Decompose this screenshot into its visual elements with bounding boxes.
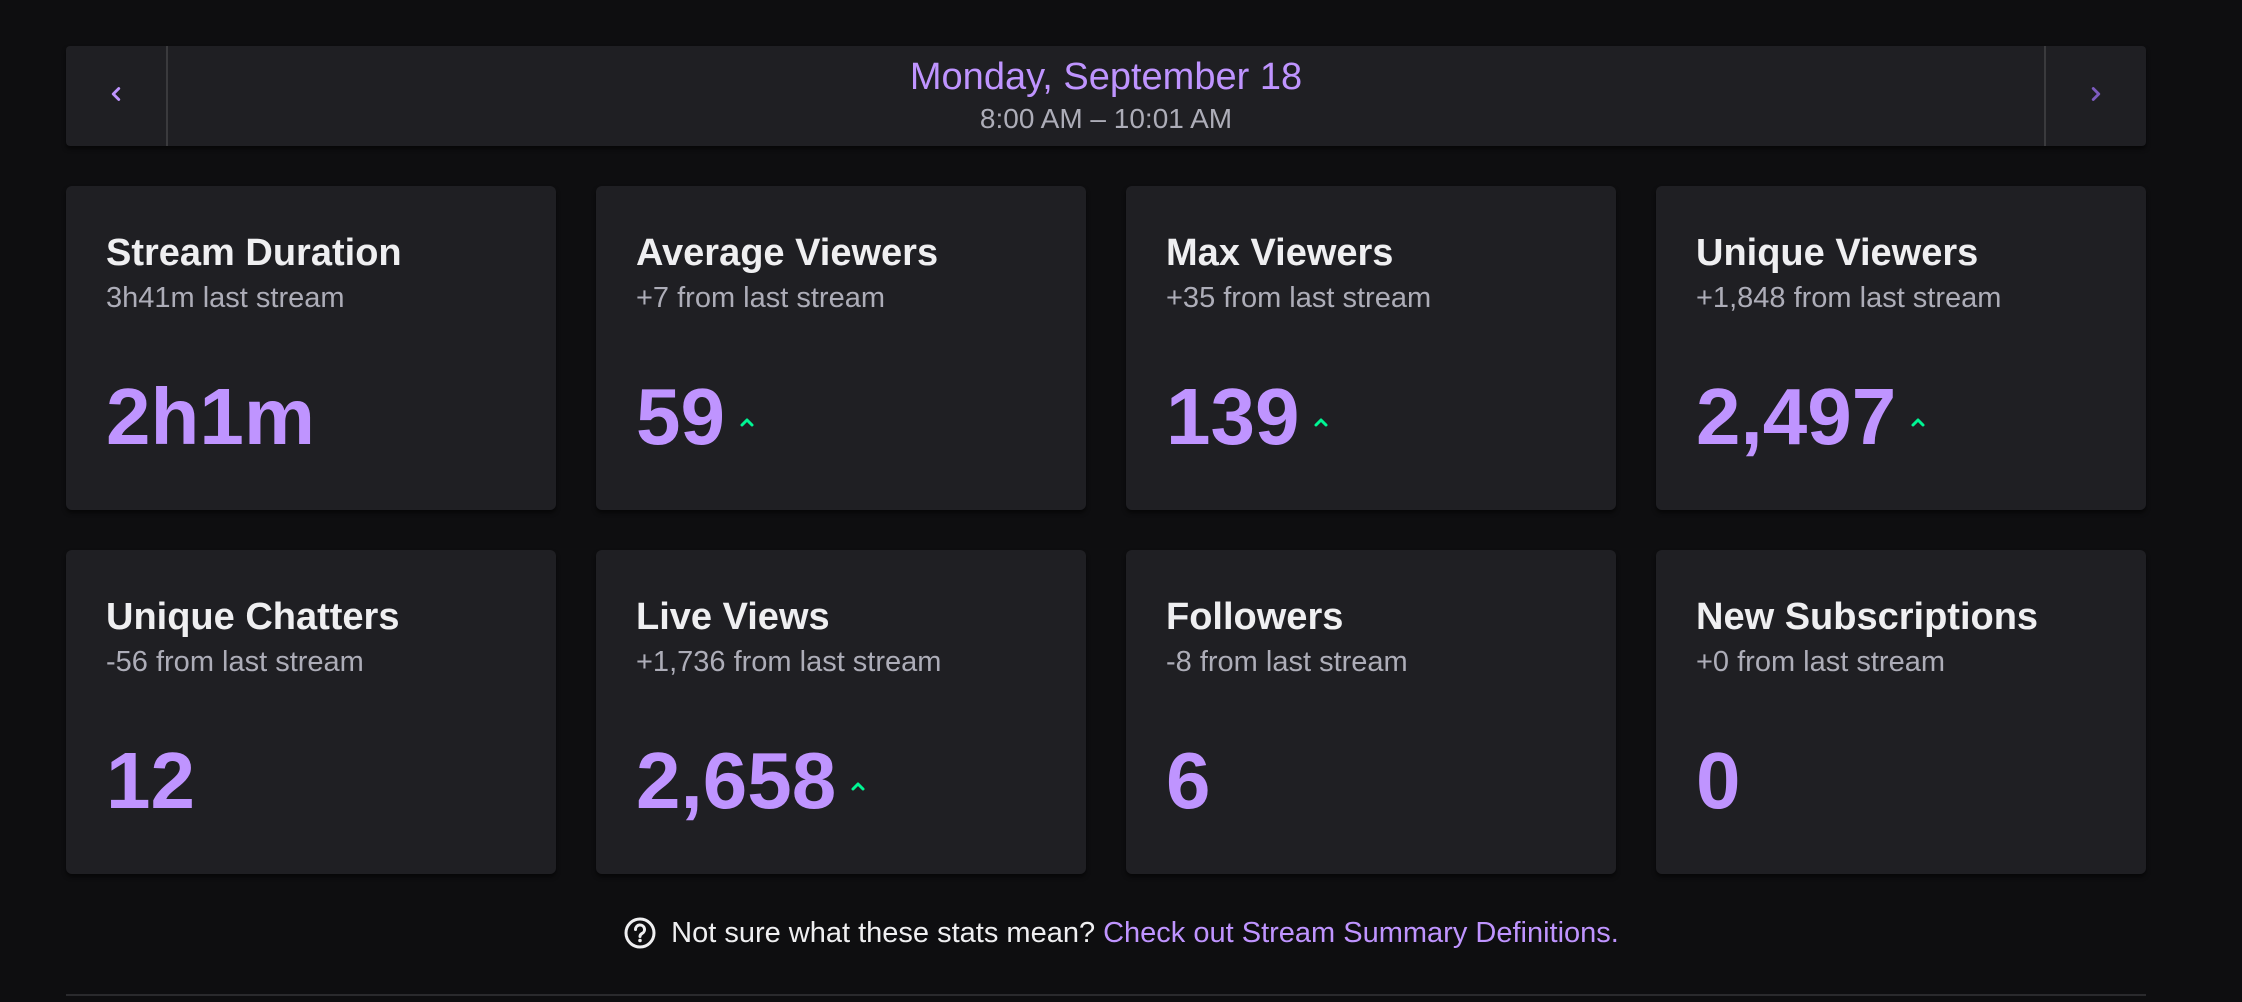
stat-comparison: +7 from last stream: [636, 282, 885, 314]
stat-card-stream-duration: Stream Duration 3h41m last stream 2h1m: [66, 186, 556, 510]
previous-stream-button[interactable]: [66, 46, 168, 146]
stat-value: 59: [636, 372, 725, 461]
stats-grid: Stream Duration 3h41m last stream 2h1m A…: [66, 186, 2146, 874]
stream-time-range: 8:00 AM – 10:01 AM: [979, 103, 1233, 134]
trend-up-icon: [1311, 412, 1331, 432]
date-display: Monday, September 18 8:00 AM – 10:01 AM: [168, 46, 2044, 146]
stat-value: 0: [1696, 736, 1741, 825]
stat-card-average-viewers: Average Viewers +7 from last stream 59: [596, 186, 1086, 510]
stat-title: Stream Duration: [106, 232, 402, 274]
stat-value: 6: [1166, 736, 1211, 825]
stream-summary-definitions-link[interactable]: Check out Stream Summary Definitions.: [1103, 917, 1619, 950]
question-circle-icon: [623, 916, 657, 950]
stat-value: 2h1m: [106, 372, 315, 461]
stat-card-max-viewers: Max Viewers +35 from last stream 139: [1126, 186, 1616, 510]
stat-comparison: -8 from last stream: [1166, 646, 1408, 678]
trend-up-icon: [1908, 412, 1928, 432]
help-note: Not sure what these stats mean? Check ou…: [0, 916, 2242, 950]
stat-card-new-subscriptions: New Subscriptions +0 from last stream 0: [1656, 550, 2146, 874]
stat-value: 139: [1166, 372, 1300, 461]
stat-title: New Subscriptions: [1696, 596, 2039, 638]
stat-title: Max Viewers: [1166, 232, 1394, 274]
stream-summary-page: Monday, September 18 8:00 AM – 10:01 AM …: [0, 0, 2242, 1002]
chevron-left-icon: [105, 83, 127, 110]
chevron-right-icon: [2085, 83, 2107, 110]
stat-title: Live Views: [636, 596, 830, 638]
date-navigator: Monday, September 18 8:00 AM – 10:01 AM: [66, 46, 2146, 146]
next-stream-button[interactable]: [2044, 46, 2146, 146]
stat-comparison: +35 from last stream: [1166, 282, 1432, 314]
stat-title: Unique Viewers: [1696, 232, 1979, 274]
stream-date: Monday, September 18: [909, 56, 1303, 98]
stat-card-unique-viewers: Unique Viewers +1,848 from last stream 2…: [1656, 186, 2146, 510]
stat-comparison: +1,736 from last stream: [636, 646, 942, 678]
stat-card-followers: Followers -8 from last stream 6: [1126, 550, 1616, 874]
stat-card-unique-chatters: Unique Chatters -56 from last stream 12: [66, 550, 556, 874]
stat-comparison: +1,848 from last stream: [1696, 282, 2002, 314]
stat-title: Followers: [1166, 596, 1344, 638]
help-text: Not sure what these stats mean?: [671, 916, 1096, 949]
stat-title: Unique Chatters: [106, 596, 400, 638]
stat-value: 2,658: [636, 736, 837, 825]
stat-card-live-views: Live Views +1,736 from last stream 2,658: [596, 550, 1086, 874]
trend-up-icon: [848, 776, 868, 796]
stat-comparison: 3h41m last stream: [106, 282, 345, 314]
stat-comparison: -56 from last stream: [106, 646, 364, 678]
stat-value: 2,497: [1696, 372, 1897, 461]
section-divider: [66, 994, 2146, 996]
stat-title: Average Viewers: [636, 232, 939, 274]
trend-up-icon: [737, 412, 757, 432]
stat-value: 12: [106, 736, 195, 825]
stat-comparison: +0 from last stream: [1696, 646, 1945, 678]
